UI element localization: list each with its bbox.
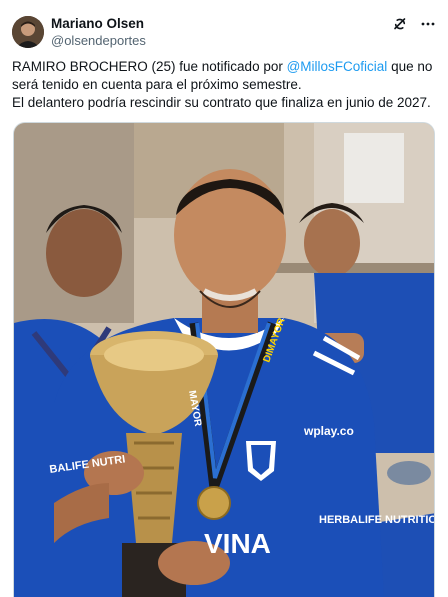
tweet-text-line1-start: RAMIRO BROCHERO (25) fue notificado por: [12, 59, 287, 74]
author-info[interactable]: Mariano Olsen @olsendeportes: [51, 16, 146, 49]
author-avatar[interactable]: [12, 16, 44, 48]
photo-player-with-trophy: wplay.co HERBALIFE NUTRITION BALIFE NUTR…: [14, 123, 435, 597]
mention-link[interactable]: @MillosFCoficial: [287, 59, 388, 74]
tweet-text: RAMIRO BROCHERO (25) fue notificado por …: [12, 58, 436, 112]
avatar-image: [12, 16, 44, 48]
tweet-text-line1: RAMIRO BROCHERO (25) fue notificado por …: [12, 58, 436, 94]
grok-icon[interactable]: [392, 16, 408, 32]
author-handle[interactable]: @olsendeportes: [51, 32, 146, 49]
tweet-text-line2: El delantero podría rescindir su contrat…: [12, 95, 431, 110]
tweet-photo[interactable]: wplay.co HERBALIFE NUTRITION BALIFE NUTR…: [13, 122, 435, 597]
shirt-front-text: VINA: [204, 528, 271, 559]
tweet-actions: [392, 16, 436, 32]
jersey-brand-text: HERBALIFE NUTRITION: [319, 514, 435, 526]
more-icon[interactable]: [420, 16, 436, 32]
jersey-sponsor-text: wplay.co: [303, 424, 354, 438]
tweet-card: Mariano Olsen @olsendeportes RAMIRO BROC…: [0, 0, 448, 597]
author-name[interactable]: Mariano Olsen: [51, 16, 146, 32]
